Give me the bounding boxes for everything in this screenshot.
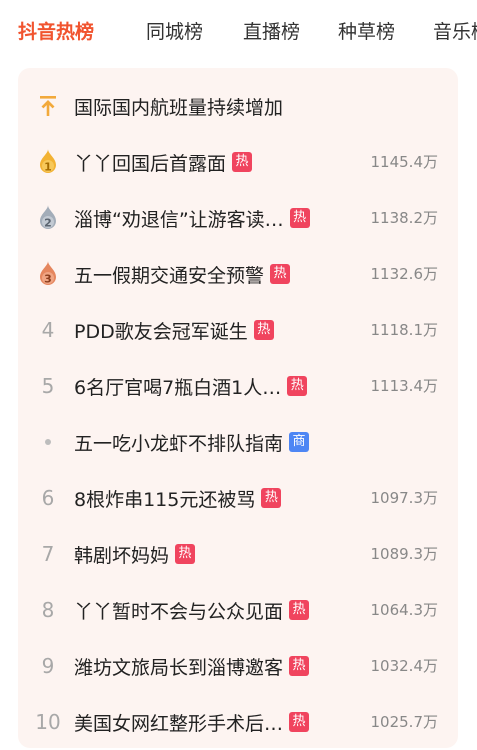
heat-count: 1032.4万 [370, 657, 439, 675]
heat-count: 1113.4万 [370, 377, 439, 395]
tab-music[interactable]: 音乐榜 [433, 19, 477, 45]
list-item-title-wrap: 国际国内航班量持续增加 [74, 78, 283, 134]
list-item[interactable]: 3 五一假期交通安全预警 热 1132.6万 [18, 246, 458, 302]
business-badge: 商 [289, 432, 310, 452]
tab-local[interactable]: 同城榜 [146, 19, 203, 45]
heat-count: 1097.3万 [370, 489, 439, 507]
list-item[interactable]: 7 韩剧坏妈妈 热 1089.3万 [18, 526, 458, 582]
rank-number: 3 [44, 273, 52, 286]
hot-badge: 热 [232, 152, 253, 172]
list-item-pinned[interactable]: 国际国内航班量持续增加 [18, 78, 458, 134]
rank-number: 8 [41, 598, 55, 622]
list-item[interactable]: 9 潍坊文旅局长到淄博邀客 热 1032.4万 [18, 638, 458, 694]
rank-number: 2 [44, 217, 52, 230]
hot-badge: 热 [289, 656, 310, 676]
list-item-title: 丫丫回国后首露面 [74, 152, 227, 175]
heat-count: 1089.3万 [370, 545, 439, 563]
list-item-title: 淄博“劝退信”让游客读… [74, 208, 284, 231]
tab-douyin-hot[interactable]: 抖音热榜 [18, 19, 94, 45]
pin-top-icon [26, 78, 70, 134]
list-item[interactable]: 5 6名厅官喝7瓶白酒1人… 热 1113.4万 [18, 358, 458, 414]
list-item[interactable]: 1 丫丫回国后首露面 热 1145.4万 [18, 134, 458, 190]
hot-list-card: 国际国内航班量持续增加 1 丫丫回国后首露面 热 1145.4万 2 淄博“劝退… [18, 68, 458, 748]
gold-medal-icon: 1 [26, 134, 70, 190]
list-item-title: 6名厅官喝7瓶白酒1人… [74, 376, 282, 399]
list-item-title: 美国女网红整形手术后… [74, 712, 284, 735]
rank-number: 9 [41, 654, 55, 678]
heat-count: 1138.2万 [370, 209, 439, 227]
heat-count: 1132.6万 [370, 265, 439, 283]
hot-badge: 热 [289, 600, 310, 620]
hot-badge: 热 [175, 544, 196, 564]
ranking-tabs: 抖音热榜 同城榜 直播榜 种草榜 音乐榜 [0, 0, 477, 64]
list-item[interactable]: 6 8根炸串115元还被骂 热 1097.3万 [18, 470, 458, 526]
list-item[interactable]: 4 PDD歌友会冠军诞生 热 1118.1万 [18, 302, 458, 358]
list-item-title: 五一吃小龙虾不排队指南 [74, 432, 284, 455]
rank-number: 5 [41, 374, 55, 398]
rank-number: 10 [35, 710, 61, 734]
heat-count: 1025.7万 [370, 713, 439, 731]
hot-badge: 热 [289, 208, 310, 228]
hot-badge: 热 [253, 320, 274, 340]
list-item-title: 8根炸串115元还被骂 [74, 488, 256, 511]
list-item[interactable]: 8 丫丫暂时不会与公众见面 热 1064.3万 [18, 582, 458, 638]
heat-count: 1118.1万 [370, 321, 439, 339]
list-item-title: 国际国内航班量持续增加 [74, 96, 284, 119]
rank-number: 1 [44, 161, 52, 174]
rank-number: 4 [41, 318, 55, 342]
list-item-title: PDD歌友会冠军诞生 [74, 320, 248, 343]
heat-count: 1064.3万 [370, 601, 439, 619]
rank-number: 6 [41, 486, 55, 510]
list-item-title: 五一假期交通安全预警 [74, 264, 265, 287]
list-item-title: 韩剧坏妈妈 [74, 544, 170, 567]
silver-medal-icon: 2 [26, 190, 70, 246]
list-item[interactable]: 10 美国女网红整形手术后… 热 1025.7万 [18, 694, 458, 750]
bronze-medal-icon: 3 [26, 246, 70, 302]
hot-badge: 热 [261, 488, 282, 508]
list-item-title: 潍坊文旅局长到淄博邀客 [74, 656, 284, 679]
tab-live[interactable]: 直播榜 [243, 19, 300, 45]
tab-recommend[interactable]: 种草榜 [338, 19, 395, 45]
heat-count: 1145.4万 [370, 153, 439, 171]
hot-badge: 热 [289, 712, 310, 732]
list-item-title: 丫丫暂时不会与公众见面 [74, 600, 284, 623]
dot-icon [45, 439, 51, 445]
hot-badge: 热 [270, 264, 291, 284]
rank-number: 7 [41, 542, 55, 566]
hot-badge: 热 [287, 376, 308, 396]
list-item-sponsored[interactable]: 五一吃小龙虾不排队指南 商 [18, 414, 458, 470]
list-item[interactable]: 2 淄博“劝退信”让游客读… 热 1138.2万 [18, 190, 458, 246]
